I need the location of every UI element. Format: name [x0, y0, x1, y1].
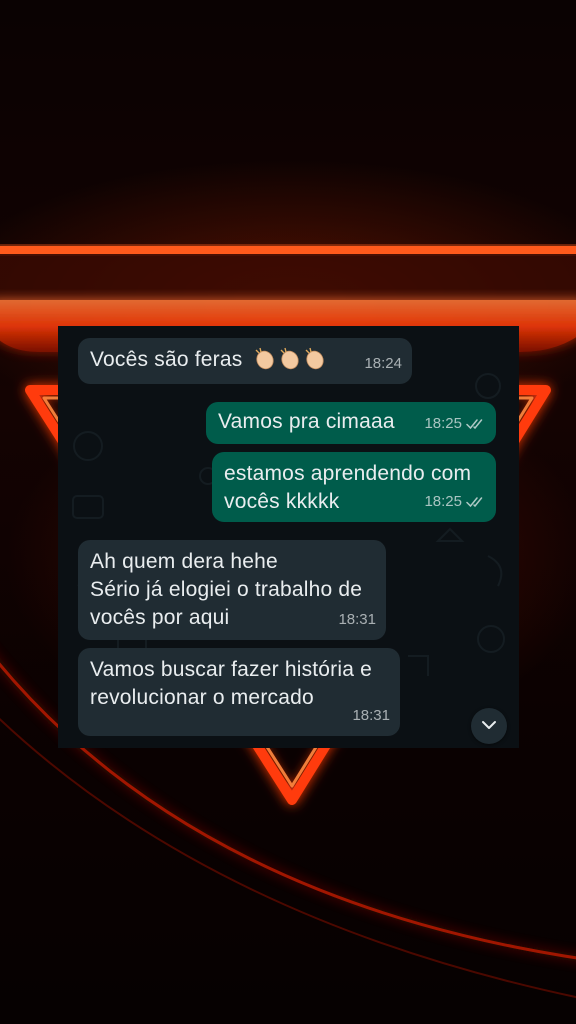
message-bubble-incoming[interactable]: Vocês são feras 18:24 [78, 338, 412, 384]
message-text: Vamos pra cimaaa [218, 410, 395, 433]
message-bubble-incoming[interactable]: Ah quem dera hehe Sério já elogiei o tra… [78, 540, 386, 640]
double-check-icon [466, 496, 486, 508]
message-time: 18:31 [352, 707, 390, 724]
chevron-down-icon [481, 717, 497, 735]
message-bubble-outgoing[interactable]: estamos aprendendo com vocês kkkkk 18:25 [212, 452, 496, 522]
message-text: Ah quem dera hehe Sério já elogiei o tra… [90, 550, 363, 629]
message-text: Vocês são feras [90, 348, 243, 371]
double-check-icon [466, 418, 486, 430]
message-time: 18:25 [424, 415, 462, 432]
message-meta: 18:31 [352, 702, 390, 730]
chat-screenshot: Vocês são feras 18:24 Vamos pra cimaaa 1… [58, 326, 519, 748]
message-time: 18:24 [364, 355, 402, 372]
message-bubble-outgoing[interactable]: Vamos pra cimaaa 18:25 [206, 402, 496, 444]
clapping-hands-icon [254, 347, 326, 371]
message-meta: 18:24 [364, 350, 402, 378]
message-text: Vamos buscar fazer história e revolucion… [90, 658, 373, 709]
message-meta: 18:25 [424, 410, 486, 438]
message-time: 18:31 [338, 611, 376, 628]
message-bubble-incoming[interactable]: Vamos buscar fazer história e revolucion… [78, 648, 400, 736]
message-time: 18:25 [424, 493, 462, 510]
scroll-to-bottom-button[interactable] [471, 708, 507, 744]
message-meta: 18:25 [424, 488, 486, 516]
message-meta: 18:31 [338, 606, 376, 634]
story-background: Vocês são feras 18:24 Vamos pra cimaaa 1… [0, 0, 576, 1024]
